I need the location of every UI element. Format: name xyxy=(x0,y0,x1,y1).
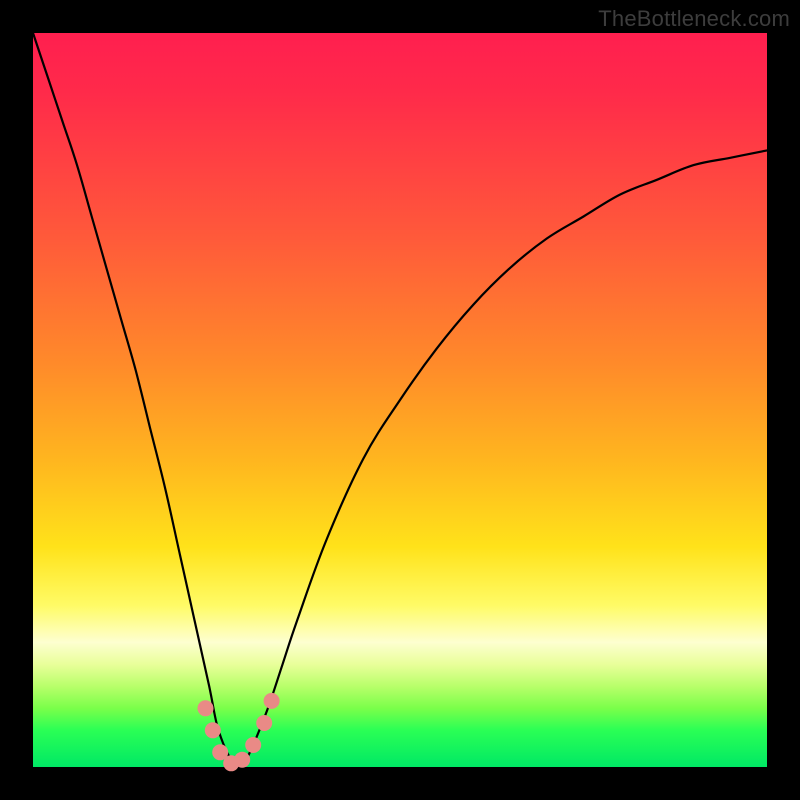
valley-marker xyxy=(234,752,250,768)
valley-marker xyxy=(205,722,221,738)
chart-frame: TheBottleneck.com xyxy=(0,0,800,800)
valley-marker xyxy=(245,737,261,753)
plot-area xyxy=(33,33,767,767)
valley-marker xyxy=(256,715,272,731)
watermark-label: TheBottleneck.com xyxy=(598,6,790,32)
valley-marker xyxy=(264,693,280,709)
valley-marker xyxy=(198,700,214,716)
bottleneck-curve xyxy=(33,33,767,767)
